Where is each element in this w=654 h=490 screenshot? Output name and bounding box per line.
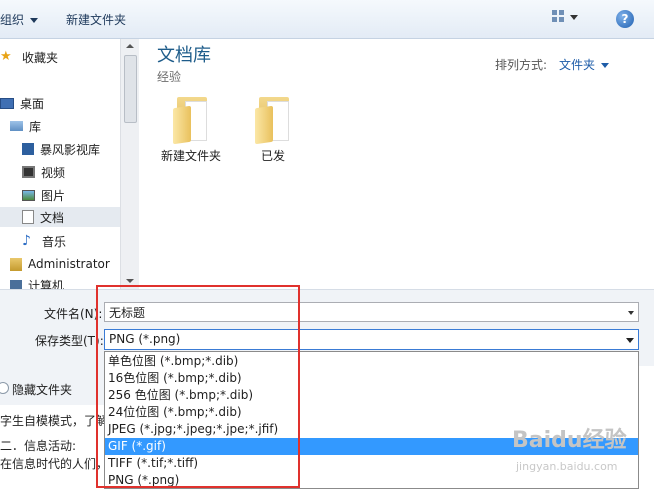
scroll-up-icon[interactable] [126,44,134,48]
sidebar-item-label: 收藏夹 [22,50,59,65]
view-options-button[interactable] [552,10,582,28]
filetype-option[interactable]: 16色位图 (*.bmp;*.dib) [105,370,638,387]
arrange-by-value: 文件夹 [559,58,596,72]
scrollbar-thumb[interactable] [124,55,137,123]
organize-label: 组织 [0,13,25,27]
desktop-icon [0,97,14,109]
filetype-value: PNG (*.png) [109,332,181,346]
view-grid-cell [559,10,564,15]
filename-value: 无标题 [109,306,146,320]
sidebar-item-label: 计算机 [28,278,65,290]
watermark-url: jingyan.baidu.com [516,460,618,473]
new-folder-button[interactable]: 新建文件夹 [66,11,126,28]
folder-icon [253,97,293,145]
scroll-down-icon[interactable] [126,279,134,283]
folder-item[interactable]: 新建文件夹 [153,97,229,164]
sidebar-item-label: 图片 [41,188,66,203]
hide-folders-label: 隐藏文件夹 [12,383,73,397]
sidebar-item-desktop[interactable]: 桌面 [0,93,44,113]
computer-icon [10,280,22,289]
view-grid-icon [552,10,557,15]
sidebar-item-computer[interactable]: 计算机 [10,275,64,289]
video-library-icon [22,143,34,155]
sidebar-item-label: 视频 [41,165,66,180]
background-text-line: 二．信息活动: [0,439,77,453]
help-button[interactable]: ? [616,10,634,28]
sidebar-item-video-library[interactable]: 暴风影视库 [22,139,100,159]
sidebar-item-label: 文档 [40,210,65,225]
organize-menu[interactable]: 组织 [0,11,39,28]
folder-icon [171,97,211,145]
sidebar-item-label: 音乐 [42,234,67,249]
sidebar-item-music[interactable]: ♪ 音乐 [22,231,66,251]
background-text-line: 在信息时代的人们， [0,457,109,471]
star-icon: ★ [0,49,12,64]
sidebar-scrollbar[interactable] [120,39,139,289]
picture-icon [22,189,35,201]
user-icon [10,257,22,271]
sidebar-item-label: 库 [29,119,42,134]
filetype-option[interactable]: PNG (*.png) [105,472,638,489]
sidebar-item-library[interactable]: 库 [10,116,41,136]
baidu-watermark: Baidu经验 [512,428,627,453]
video-icon [22,166,35,178]
music-icon: ♪ [22,233,31,249]
sidebar-item-label: 暴风影视库 [40,142,101,157]
sidebar-item-videos[interactable]: 视频 [22,162,65,182]
filetype-select[interactable]: PNG (*.png) [104,329,639,350]
file-list-pane: 文档库 经验 排列方式: 文件夹 新建文件夹 已发 [139,39,654,289]
hide-folders-toggle[interactable]: 隐藏文件夹 [0,365,104,405]
filetype-option[interactable]: 256 色位图 (*.bmp;*.dib) [105,387,638,404]
sidebar-item-pictures[interactable]: 图片 [22,185,65,205]
right-edge [642,39,654,289]
background-text-line: 字生自模模式，了解 [0,414,109,428]
library-subtitle: 经验 [157,70,182,84]
document-icon [22,210,34,224]
chevron-down-icon [601,63,610,68]
view-grid-cell [559,17,564,22]
folder-name: 新建文件夹 [160,149,221,163]
filetype-label: 保存类型(T): [35,334,104,348]
filename-label: 文件名(N): [44,307,103,321]
sidebar-item-label: Administrator [28,257,110,271]
toolbar: 组织 新建文件夹 ? [0,0,654,39]
navigation-pane: ★ 收藏夹 桌面 库 暴风影视库 视频 图片 文档 ♪ 音乐 Administrat… [0,39,120,289]
sidebar-item-documents[interactable]: 文档 [0,207,120,227]
filename-input[interactable]: 无标题 [104,302,639,322]
chevron-down-icon [570,15,578,20]
sidebar-item-label: 桌面 [20,96,45,111]
library-icon [10,121,23,131]
arrange-by-label: 排列方式: [495,58,548,72]
folder-item[interactable]: 已发 [235,97,311,164]
filetype-option[interactable]: 单色位图 (*.bmp;*.dib) [105,353,638,370]
chevron-down-icon[interactable] [626,338,634,343]
arrange-by-dropdown[interactable]: 文件夹 [559,56,610,73]
sidebar-item-favorites[interactable]: ★ 收藏夹 [0,47,58,67]
chevron-down-icon [30,18,39,23]
filetype-option[interactable]: 24位位图 (*.bmp;*.dib) [105,404,638,421]
collapse-icon [0,382,9,394]
sidebar-item-administrator[interactable]: Administrator [10,254,110,274]
chevron-down-icon[interactable] [628,311,634,315]
library-title: 文档库 [157,45,211,66]
view-grid-cell [552,17,557,22]
folder-name: 已发 [260,149,285,163]
